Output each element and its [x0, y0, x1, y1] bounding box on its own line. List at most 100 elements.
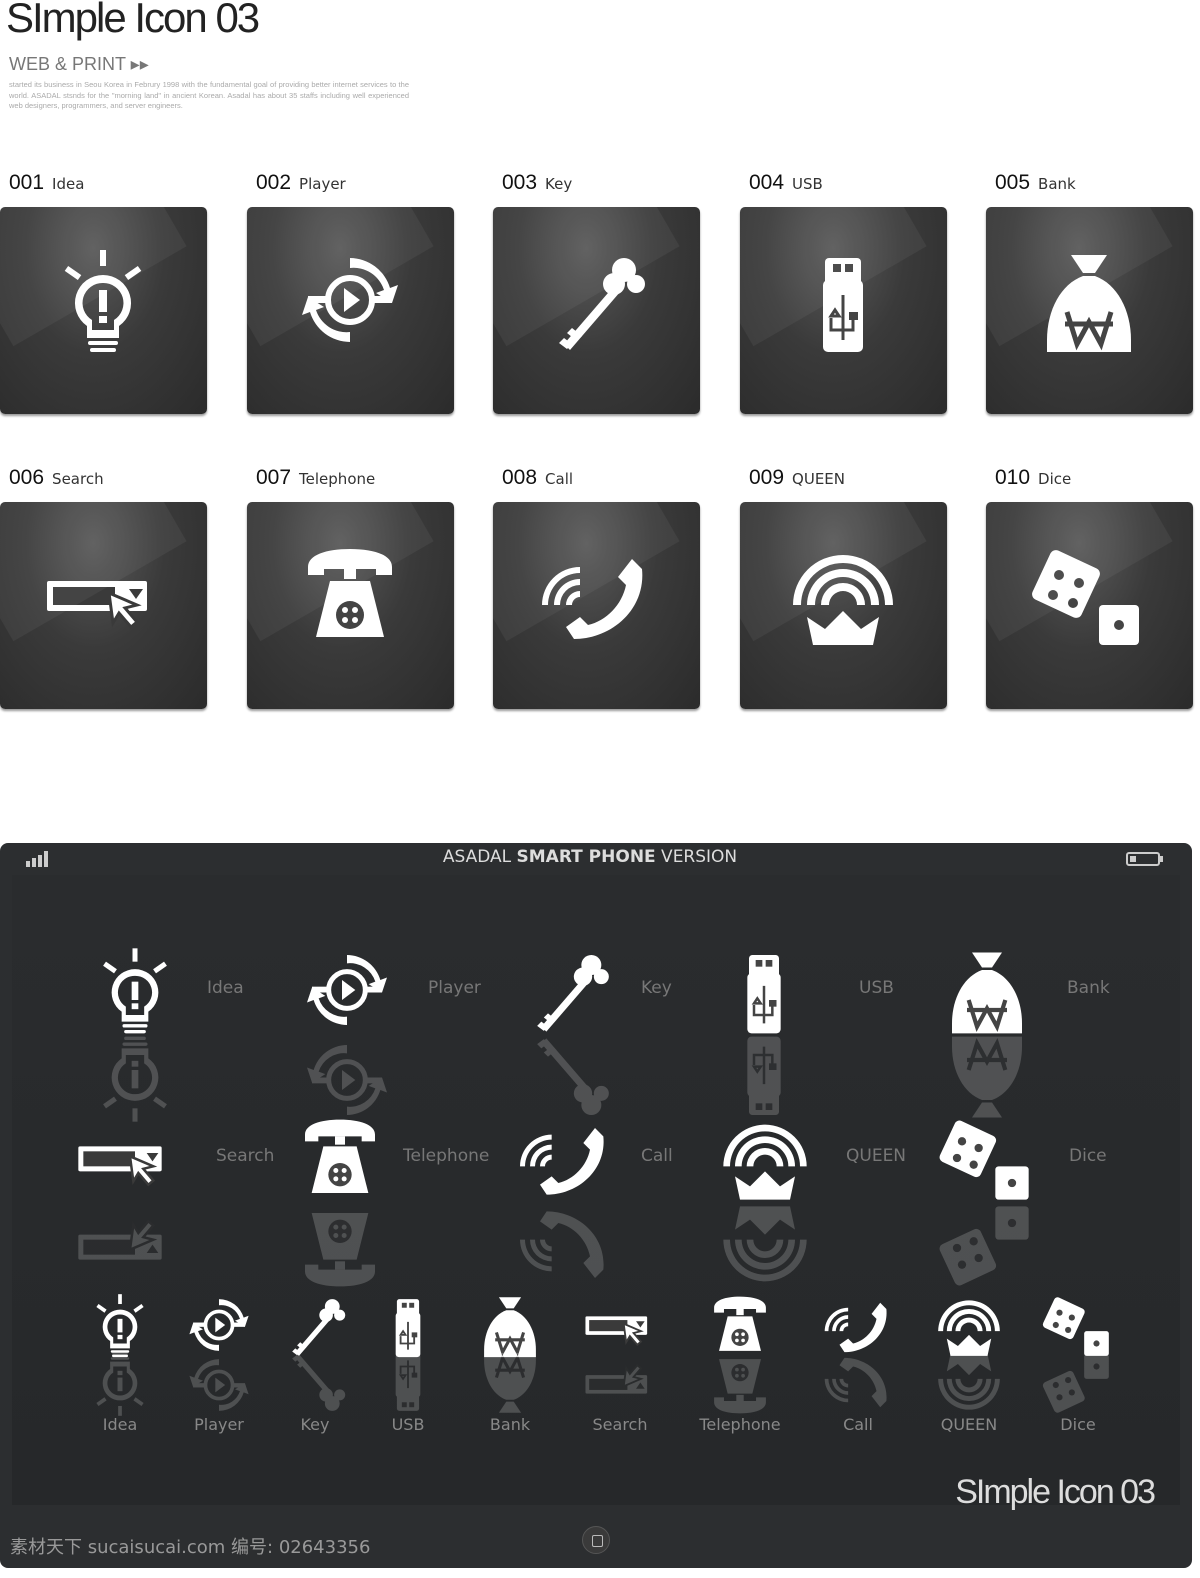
icon-number: 005	[995, 171, 1031, 194]
watermark: 素材天下 sucaisucai.com 编号: 02643356	[10, 1537, 371, 1558]
phone-icon-label: Search	[216, 1146, 275, 1166]
phone-small-label: Telephone	[699, 1415, 781, 1434]
title-post: VERSION	[655, 847, 738, 867]
phone-icon-label: Idea	[207, 978, 244, 998]
phone-small-label: Dice	[1060, 1415, 1096, 1434]
key-icon	[537, 955, 609, 1032]
icon-number: 002	[256, 171, 292, 194]
phone-small-label: Player	[194, 1415, 244, 1434]
icon-name: Bank	[1038, 175, 1076, 193]
money-bag-icon	[937, 940, 1037, 1040]
icon-number: 004	[749, 171, 785, 194]
icon-number: 010	[995, 466, 1031, 489]
icon-name: Search	[52, 470, 104, 488]
icon-tile-player[interactable]	[247, 207, 454, 414]
player-icon	[290, 240, 410, 360]
telephone-icon	[308, 549, 392, 637]
lightbulb-icon-reflection	[96, 1352, 144, 1416]
title-bold: SMART PHONE	[516, 847, 656, 867]
home-button-icon[interactable]	[582, 1526, 610, 1554]
phone-small-label: Bank	[489, 1415, 531, 1434]
icon-name: USB	[792, 175, 823, 193]
icon-label: 007 Telephone	[256, 466, 375, 490]
phone-icon-label: USB	[859, 978, 894, 998]
phone-small-label: Idea	[102, 1415, 138, 1434]
icon-label: 006 Search	[9, 466, 104, 490]
icon-label: 010 Dice	[995, 466, 1071, 490]
phone-icon-label: Telephone	[403, 1146, 490, 1166]
icon-label: 003 Key	[502, 171, 572, 195]
page-subtitle: WEB & PRINT ▸▸	[9, 54, 149, 74]
call-icon	[542, 559, 643, 639]
call-icon	[520, 1128, 604, 1195]
icon-number: 007	[256, 466, 292, 489]
icon-number: 001	[9, 171, 45, 194]
icon-label: 001 Idea	[9, 171, 84, 195]
key-icon-reflection	[292, 1354, 346, 1411]
phone-small-label: Key	[300, 1415, 330, 1434]
icon-number: 008	[502, 466, 538, 489]
page-title: SImple Icon 03	[6, 0, 260, 41]
telephone-icon-reflection	[305, 1213, 375, 1287]
crown-icon	[793, 555, 893, 645]
call-icon-reflection	[824, 1357, 887, 1408]
phone-small-label: Search	[592, 1415, 648, 1434]
call-icon-reflection	[520, 1211, 604, 1278]
icon-label: 004 USB	[749, 171, 823, 195]
phone-icon-label: Key	[641, 978, 672, 998]
lightbulb-icon	[64, 250, 142, 352]
phone-icon-label: Call	[641, 1146, 673, 1166]
telephone-icon	[305, 1119, 375, 1193]
crown-icon	[723, 1124, 807, 1200]
phone-icon-label: Bank	[1067, 978, 1110, 998]
icon-name: QUEEN	[792, 470, 846, 488]
icon-number: 003	[502, 171, 538, 194]
usb-icon	[821, 256, 865, 354]
icon-label: 002 Player	[256, 171, 346, 195]
money-bag-icon-reflection	[482, 1351, 538, 1415]
icon-tile-bank[interactable]	[986, 207, 1193, 414]
usb-icon-reflection	[394, 1352, 422, 1412]
dice-icon-reflection	[937, 1206, 1029, 1288]
phone-brand: SImple Icon 03	[955, 1473, 1156, 1511]
search-box-icon-reflection	[77, 1220, 163, 1261]
page-description: started its business in Seou Korea in Fe…	[9, 80, 409, 110]
telephone-icon-reflection	[714, 1359, 766, 1414]
icon-number: 006	[9, 466, 45, 489]
icon-name: Telephone	[299, 470, 376, 488]
icon-tile-usb[interactable]	[740, 207, 947, 414]
icon-label: 009 QUEEN	[749, 466, 845, 490]
phone-small-label: QUEEN	[940, 1415, 998, 1434]
icon-tile-queen[interactable]	[740, 502, 947, 709]
crown-icon-reflection	[938, 1354, 1000, 1410]
dice-icon	[937, 1118, 1029, 1200]
search-box-icon	[77, 1145, 163, 1186]
icon-tile-search[interactable]	[0, 502, 207, 709]
money-bag-icon	[1029, 240, 1149, 360]
icon-tile-call[interactable]	[493, 502, 700, 709]
usb-icon	[746, 953, 782, 1035]
icon-tile-telephone[interactable]	[247, 502, 454, 709]
title-pre: ASADAL	[442, 847, 517, 867]
phone-icon-label: Dice	[1069, 1146, 1107, 1166]
icon-name: Dice	[1038, 470, 1072, 488]
phone-frame: ASADAL SMART PHONE VERSION Idea Player Key…	[0, 843, 1192, 1568]
player-icon	[297, 940, 397, 1040]
phone-title: ASADAL SMART PHONE VERSION	[0, 847, 1180, 867]
icon-name: Call	[545, 470, 574, 488]
phone-small-label: Call	[843, 1415, 873, 1434]
icon-label: 005 Bank	[995, 171, 1076, 195]
icon-name: Idea	[52, 175, 85, 193]
phone-icon-label: Player	[428, 978, 481, 998]
icon-tile-dice[interactable]	[986, 502, 1193, 709]
icon-tile-idea[interactable]	[0, 207, 207, 414]
player-icon-reflection	[187, 1357, 251, 1413]
icon-tile-key[interactable]	[493, 207, 700, 414]
dice-icon	[1030, 548, 1139, 645]
icon-name: Player	[299, 175, 346, 193]
battery-icon	[1126, 852, 1163, 866]
lightbulb-icon	[103, 948, 167, 1034]
icon-name: Key	[545, 175, 573, 193]
icon-number: 009	[749, 466, 785, 489]
crown-icon-reflection	[723, 1206, 807, 1282]
